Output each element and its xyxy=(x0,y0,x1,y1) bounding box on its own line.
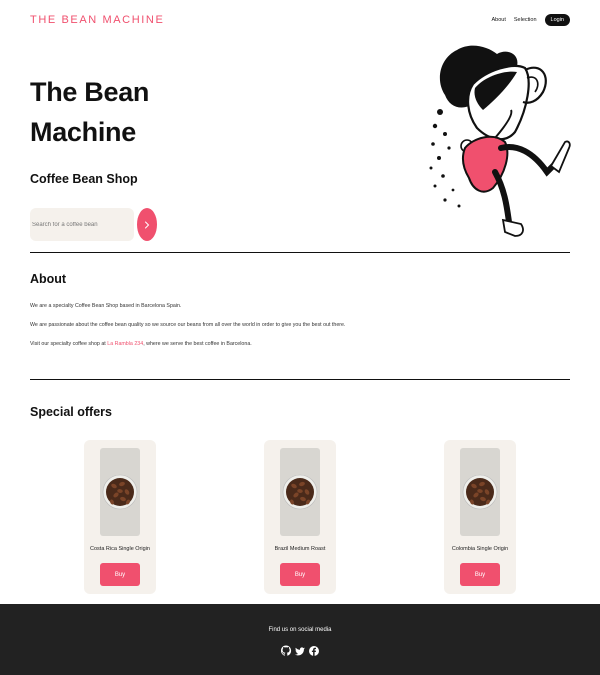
search-button[interactable] xyxy=(137,208,157,241)
search-input[interactable] xyxy=(30,208,134,241)
divider xyxy=(30,252,570,253)
page-title-line-2: Machine xyxy=(30,117,136,147)
nav-link-selection[interactable]: Selection xyxy=(514,17,537,23)
product-name: Colombia Single Origin xyxy=(451,546,509,552)
about-paragraph-3: Visit our specialty coffee shop at La Ra… xyxy=(30,341,252,347)
product-card: Colombia Single Origin Buy xyxy=(444,440,516,594)
about-heading: About xyxy=(30,272,67,286)
divider xyxy=(30,379,570,380)
about-paragraph-1: We are a specialty Coffee Bean Shop base… xyxy=(30,303,182,309)
twitter-icon[interactable] xyxy=(294,644,306,660)
about-paragraph-3-text-end: , where we serve the best coffee in Barc… xyxy=(143,341,252,347)
social-links xyxy=(0,644,600,660)
footer-social-text: Find us on social media xyxy=(268,627,332,633)
about-paragraph-2: We are passionate about the coffee bean … xyxy=(30,322,346,328)
nav-links: About Selection Login xyxy=(492,14,570,26)
page-subtitle: Coffee Bean Shop xyxy=(30,172,138,186)
coffee-beans-bowl-image xyxy=(102,474,138,510)
about-paragraph-3-text: Visit our specialty coffee shop at xyxy=(30,341,108,347)
facebook-icon[interactable] xyxy=(308,644,320,660)
page-title-line-1: The Bean xyxy=(30,77,150,107)
product-card: Brazil Medium Roast Buy xyxy=(264,440,336,594)
offers-heading: Special offers xyxy=(30,405,112,419)
address-link[interactable]: La Rambla 234 xyxy=(107,341,143,347)
product-name: Costa Rica Single Origin xyxy=(90,546,150,552)
page-title: The Bean Machine xyxy=(30,72,230,152)
buy-button[interactable]: Buy xyxy=(280,563,320,586)
search-bar xyxy=(30,208,157,241)
login-button[interactable]: Login xyxy=(544,14,570,26)
product-name: Brazil Medium Roast xyxy=(274,546,326,552)
product-image xyxy=(100,448,140,536)
product-image xyxy=(280,448,320,536)
coffee-beans-bowl-image xyxy=(282,474,318,510)
coffee-beans-bowl-image xyxy=(462,474,498,510)
coffee-character-illustration xyxy=(429,45,571,237)
product-card: Costa Rica Single Origin Buy xyxy=(84,440,156,594)
buy-button[interactable]: Buy xyxy=(460,563,500,586)
site-logo[interactable]: THE BEAN MACHINE xyxy=(30,14,164,26)
chevron-right-icon xyxy=(145,221,150,228)
github-icon[interactable] xyxy=(280,644,292,660)
product-image xyxy=(460,448,500,536)
footer: Find us on social media xyxy=(0,604,600,675)
buy-button[interactable]: Buy xyxy=(100,563,140,586)
nav-link-about[interactable]: About xyxy=(492,17,506,23)
top-nav: THE BEAN MACHINE About Selection Login xyxy=(30,10,570,30)
